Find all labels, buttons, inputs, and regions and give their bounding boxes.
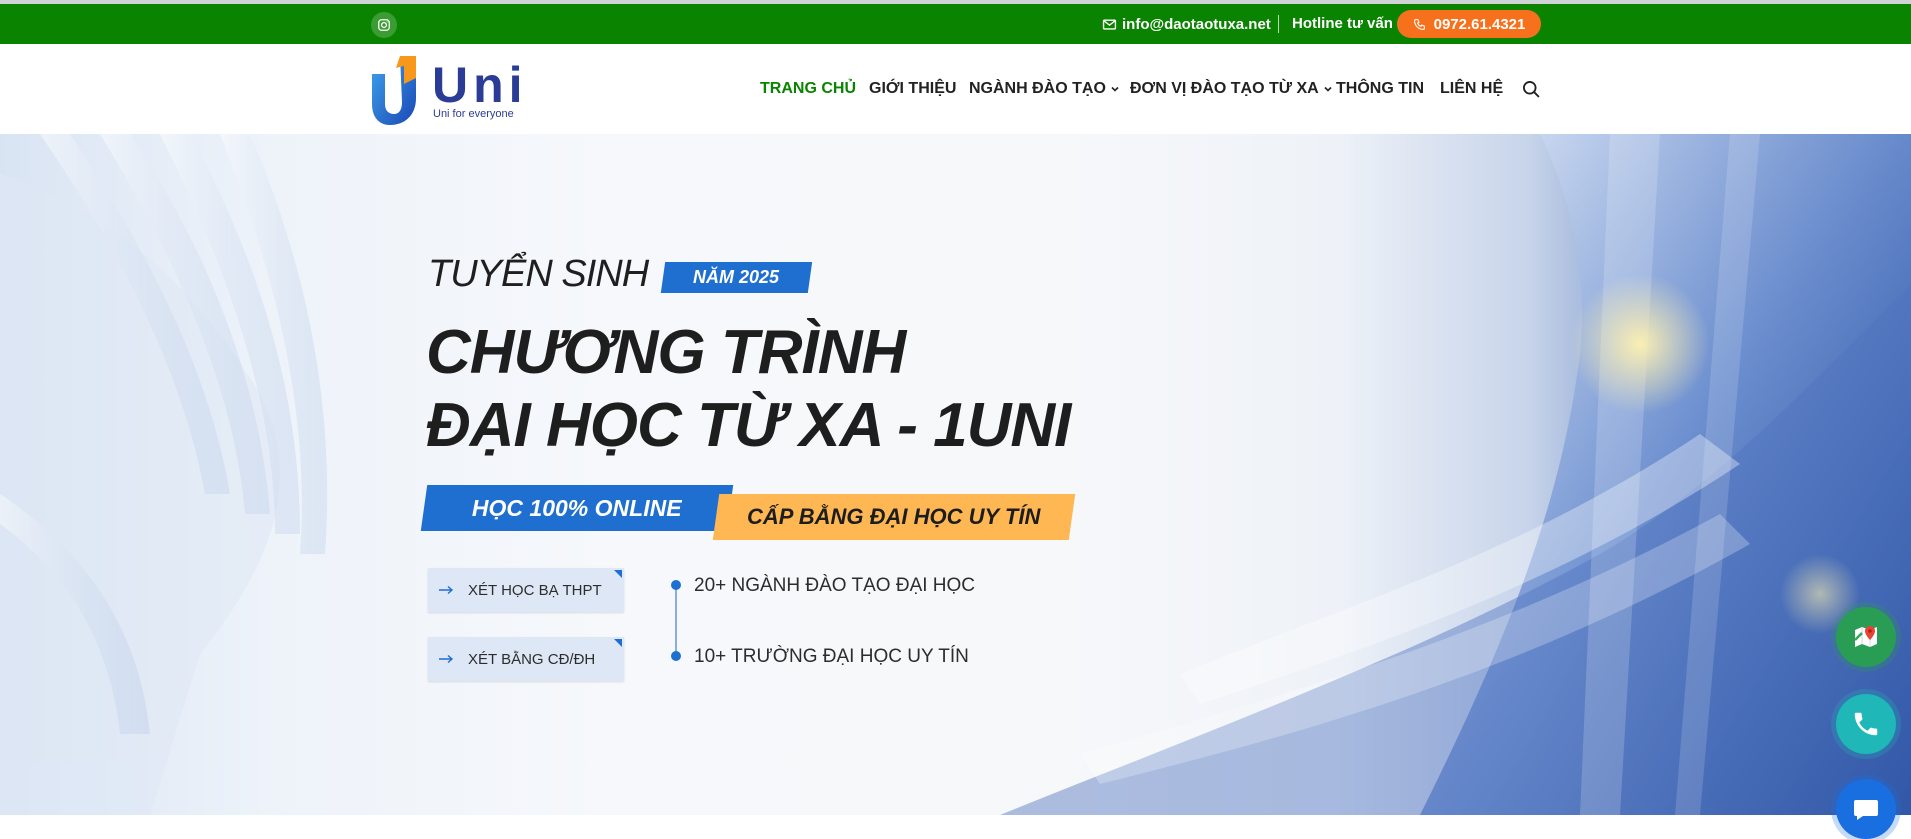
degree-tag-text: CẤP BẰNG ĐẠI HỌC UY TÍN [747,504,1041,529]
hero-title-line1: CHƯƠNG TRÌNH [426,318,906,387]
degree-tag: CẤP BẰNG ĐẠI HỌC UY TÍN [712,494,1076,540]
zalo-icon [1854,800,1878,820]
online-tag: HỌC 100% ONLINE [420,485,734,531]
corner-mark [614,570,622,578]
arrow-right-icon [439,654,454,664]
email-text: info@daotaotuxa.net [1122,15,1271,33]
envelope-icon [1102,18,1117,30]
logo-mark-icon [372,56,416,125]
nav-trang-chu[interactable]: TRANG CHỦ [760,78,856,100]
stat-bullet [671,651,681,661]
nav-label: TRANG CHỦ [760,80,856,97]
call-button[interactable] [1836,694,1896,754]
hero-title-line2: ĐẠI HỌC TỪ XA - 1UNI [426,391,1071,460]
hotline-button[interactable]: 0972.61.4321 [1397,10,1541,38]
online-tag-text: HỌC 100% ONLINE [472,494,682,521]
stat-majors: 20+ NGÀNH ĐÀO TẠO ĐẠI HỌC [694,575,976,596]
nav-label: NGÀNH ĐÀO TẠO [969,80,1106,97]
google-maps-button[interactable] [1836,607,1896,667]
nav-don-vi-dao-tao[interactable]: ĐƠN VỊ ĐÀO TẠO TỪ XA [1130,78,1333,100]
chevron-down-icon [1324,86,1332,92]
hotline-label: Hotline tư vấn [1292,15,1393,32]
xet-bang-button[interactable]: XÉT BẰNG CĐ/ĐH [428,637,624,681]
phone-icon [1413,18,1425,30]
arrow-right-icon [439,585,454,595]
logo-text: Uni [432,57,528,113]
year-badge-text: NĂM 2025 [693,267,780,287]
nav-label: THÔNG TIN [1336,80,1424,97]
stat-universities: 10+ TRƯỜNG ĐẠI HỌC UY TÍN [694,646,969,667]
xet-hoc-ba-button[interactable]: XÉT HỌC BẠ THPT [428,568,624,612]
google-maps-icon [1854,626,1877,647]
stat-bullet [671,580,681,590]
search-button[interactable] [1521,79,1541,99]
corner-mark [614,639,622,647]
nav-lien-he[interactable]: LIÊN HỆ [1440,78,1503,100]
hero-banner: TUYỂN SINH NĂM 2025 CHƯƠNG TRÌNH ĐẠI HỌC… [0,134,1911,815]
nav-thong-tin[interactable]: THÔNG TIN [1336,78,1424,100]
stats-connector [675,586,677,658]
email-link[interactable]: info@daotaotuxa.net [1102,14,1271,34]
nav-label: GIỚI THIỆU [869,80,957,97]
site-logo[interactable]: Uni Uni for everyone [370,50,540,128]
nav-gioi-thieu[interactable]: GIỚI THIỆU [869,78,956,100]
phone-icon [1854,712,1878,736]
instagram-icon [378,19,390,31]
top-bar: info@daotaotuxa.net Hotline tư vấn 0972.… [0,4,1911,44]
hero-background-art [0,134,1911,815]
chevron-down-icon [1111,86,1119,92]
logo-tagline: Uni for everyone [433,108,514,120]
nav-label: LIÊN HỆ [1440,80,1504,97]
admission-label: TUYỂN SINH [428,253,649,295]
nav-nganh-dao-tao[interactable]: NGÀNH ĐÀO TẠO [969,78,1120,100]
year-badge: NĂM 2025 [660,262,813,293]
hotline-number: 0972.61.4321 [1433,15,1526,33]
instagram-link[interactable] [371,12,397,38]
zalo-button[interactable] [1836,779,1896,839]
nav-label: ĐƠN VỊ ĐÀO TẠO TỪ XA [1130,80,1319,97]
button-label: XÉT BẰNG CĐ/ĐH [468,650,596,668]
divider [1278,15,1279,33]
site-header: Uni Uni for everyone TRANG CHỦ GIỚI THIỆ… [0,44,1911,134]
search-icon [1523,81,1540,98]
button-label: XÉT HỌC BẠ THPT [468,581,602,599]
